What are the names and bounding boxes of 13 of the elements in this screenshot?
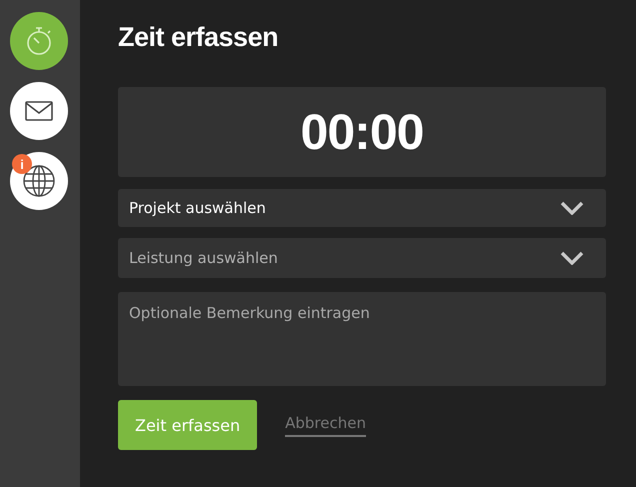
cancel-link[interactable]: Abbrechen — [285, 414, 366, 436]
page-title: Zeit erfassen — [118, 22, 280, 53]
chevron-down-icon — [560, 251, 584, 265]
submit-button[interactable]: Zeit erfassen — [118, 400, 258, 450]
globe-icon — [22, 164, 56, 198]
timer-display: 00:00 — [118, 87, 606, 177]
remark-field[interactable]: Optionale Bemerkung eintragen — [118, 292, 606, 386]
nav-button[interactable]: i — [10, 152, 68, 210]
info-badge: i — [12, 154, 32, 174]
envelope-icon — [25, 101, 53, 121]
dropdown-field[interactable]: Projekt auswählen — [118, 189, 606, 227]
stopwatch-icon — [25, 25, 53, 57]
chevron-down-icon — [560, 201, 584, 215]
